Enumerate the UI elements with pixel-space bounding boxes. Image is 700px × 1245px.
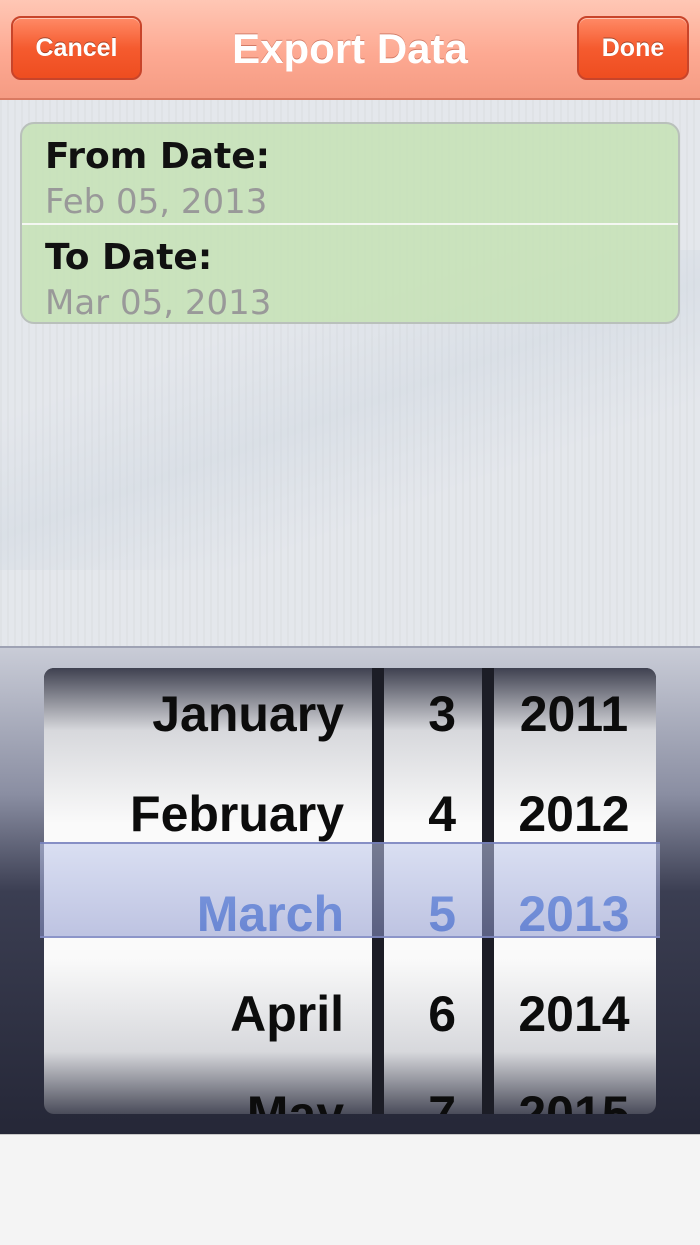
to-date-value: Mar 05, 2013 (45, 283, 272, 323)
from-date-row[interactable]: From Date: Feb 05, 2013 (22, 124, 678, 225)
day-wheel[interactable]: 3 4 5 6 7 (384, 668, 482, 1114)
picker-wheels: January February March April May 3 4 5 6… (44, 668, 656, 1114)
picker-item-month[interactable]: January (44, 668, 344, 764)
from-date-value: Feb 05, 2013 (45, 182, 268, 222)
picker-item-year[interactable]: 2015 (504, 1064, 644, 1114)
page-title: Export Data (232, 25, 468, 72)
cancel-button[interactable]: Cancel (11, 16, 142, 80)
from-date-label: From Date: (45, 136, 271, 177)
navigation-bar: Cancel Export Data Done (0, 0, 700, 100)
picker-item-day[interactable]: 6 (386, 964, 456, 1064)
picker-item-month[interactable]: April (44, 964, 344, 1064)
month-wheel[interactable]: January February March April May (44, 668, 372, 1114)
to-date-row[interactable]: To Date: Mar 05, 2013 (22, 225, 678, 323)
picker-item-day[interactable]: 7 (386, 1064, 456, 1114)
picker-item-month[interactable]: February (44, 764, 344, 864)
picker-item-year[interactable]: 2012 (504, 764, 644, 864)
picker-item-day[interactable]: 4 (386, 764, 456, 864)
picker-item-day-selected[interactable]: 5 (386, 864, 456, 964)
year-wheel[interactable]: 2011 2012 2013 2014 2015 (494, 668, 656, 1114)
bottom-bar (0, 1134, 700, 1245)
picker-item-month-selected[interactable]: March (44, 864, 344, 964)
date-picker: January February March April May 3 4 5 6… (0, 646, 700, 1136)
picker-item-year[interactable]: 2011 (504, 668, 644, 764)
picker-item-year[interactable]: 2014 (504, 964, 644, 1064)
picker-item-year-selected[interactable]: 2013 (504, 864, 644, 964)
to-date-label: To Date: (45, 237, 213, 278)
date-range-group: From Date: Feb 05, 2013 To Date: Mar 05,… (20, 122, 680, 324)
picker-item-month[interactable]: May (44, 1064, 344, 1114)
picker-item-day[interactable]: 3 (386, 668, 456, 764)
done-button[interactable]: Done (577, 16, 689, 80)
